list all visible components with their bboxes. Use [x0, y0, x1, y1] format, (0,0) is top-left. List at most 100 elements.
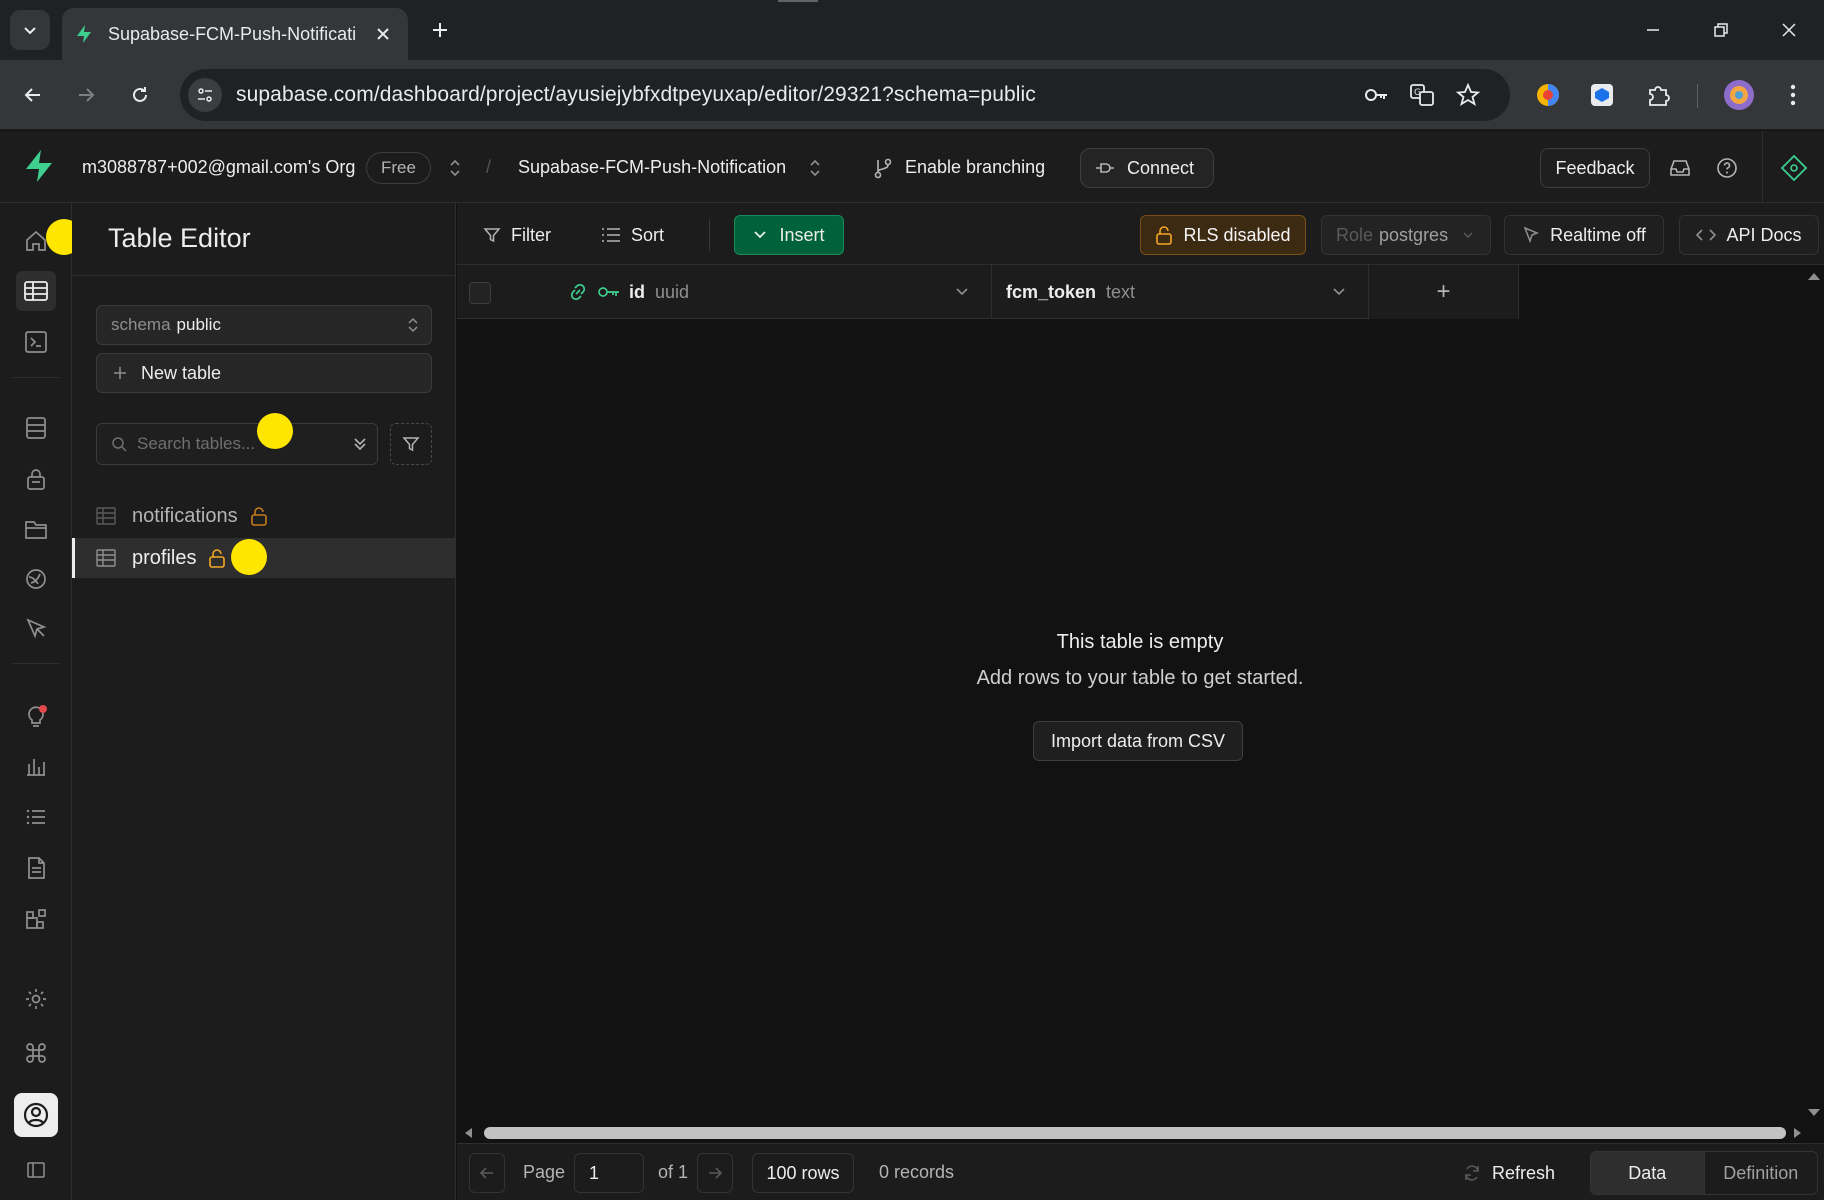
assistant-diamond-icon[interactable] [1779, 153, 1809, 183]
org-name[interactable]: m3088787+002@gmail.com's Org [82, 131, 355, 203]
unlock-warning-icon [209, 549, 226, 568]
feedback-button[interactable]: Feedback [1540, 148, 1650, 188]
settings-gear-icon[interactable] [16, 979, 56, 1019]
browser-toolbar: supabase.com/dashboard/project/ayusiejyb… [0, 60, 1824, 130]
user-avatar[interactable] [14, 1093, 58, 1137]
column-header-fcm-token[interactable]: fcm_token text [992, 265, 1369, 319]
extension-shield-icon[interactable] [1585, 78, 1619, 112]
help-icon[interactable] [1712, 153, 1742, 183]
insert-label: Insert [779, 224, 825, 245]
translate-icon[interactable]: G [1408, 81, 1436, 109]
tab-search-button[interactable] [10, 10, 50, 50]
scrollbar-thumb[interactable] [484, 1127, 1786, 1139]
horizontal-scrollbar[interactable] [457, 1123, 1824, 1143]
insert-button[interactable]: Insert [734, 215, 844, 255]
browser-menu-icon[interactable] [1776, 78, 1810, 112]
realtime-icon[interactable] [16, 559, 56, 599]
forward-button[interactable] [68, 77, 104, 113]
scroll-down-arrow-icon[interactable] [1807, 1108, 1821, 1118]
enable-branching-button[interactable]: Enable branching [905, 131, 1045, 203]
scroll-up-arrow-icon[interactable] [1807, 271, 1821, 281]
minimize-button[interactable] [1618, 0, 1688, 60]
cursor-icon [1523, 226, 1540, 244]
tab-title: Supabase-FCM-Push-Notificati [108, 23, 357, 44]
profile-avatar[interactable] [1722, 78, 1756, 112]
project-name[interactable]: Supabase-FCM-Push-Notification [518, 131, 786, 203]
api-docs-document-icon[interactable] [16, 848, 56, 888]
table-item-notifications[interactable]: notifications [72, 496, 455, 536]
schema-label: schema [111, 315, 171, 334]
api-docs-button[interactable]: API Docs [1679, 215, 1819, 255]
extensions-puzzle-icon[interactable] [1641, 78, 1675, 112]
command-icon[interactable] [16, 1033, 56, 1073]
edge-functions-cursor-icon[interactable] [16, 609, 56, 649]
url-text[interactable]: supabase.com/dashboard/project/ayusiejyb… [236, 83, 1036, 107]
password-key-icon[interactable] [1362, 81, 1390, 109]
database-icon[interactable] [16, 408, 56, 448]
advisors-lightbulb-icon[interactable] [16, 696, 56, 736]
supabase-logo-icon[interactable] [22, 149, 56, 183]
refresh-label: Refresh [1492, 1162, 1556, 1183]
realtime-toggle-button[interactable]: Realtime off [1504, 215, 1664, 255]
filter-button[interactable]: Filter [483, 215, 551, 255]
table-name: profiles [132, 546, 197, 569]
refresh-button[interactable]: Refresh [1462, 1153, 1555, 1193]
project-switcher-chevrons-icon[interactable] [800, 153, 830, 183]
bookmark-star-icon[interactable] [1454, 81, 1482, 109]
unlock-warning-icon [250, 507, 267, 526]
chevron-down-icon [24, 27, 36, 35]
prev-page-button[interactable] [469, 1153, 505, 1193]
address-bar[interactable]: supabase.com/dashboard/project/ayusiejyb… [180, 69, 1510, 121]
rls-disabled-button[interactable]: RLS disabled [1140, 215, 1306, 255]
inbox-icon[interactable] [1665, 153, 1695, 183]
reload-button[interactable] [122, 77, 158, 113]
integrations-blocks-icon[interactable] [16, 899, 56, 939]
add-column-button[interactable]: + [1369, 265, 1519, 319]
column-header-id[interactable]: id uuid [521, 265, 992, 319]
branch-icon [868, 153, 898, 183]
logs-list-icon[interactable] [16, 797, 56, 837]
chevron-down-icon[interactable] [955, 287, 969, 297]
restore-button[interactable] [1686, 0, 1756, 60]
extension-colorful-icon[interactable] [1531, 78, 1565, 112]
search-tables-input[interactable] [137, 434, 337, 454]
collapse-sidebar-icon[interactable] [16, 1150, 56, 1190]
chevrons-down-icon[interactable] [353, 436, 367, 452]
browser-tab-strip: Supabase-FCM-Push-Notificati [0, 0, 1824, 60]
filter-tables-button[interactable] [390, 423, 432, 465]
scroll-left-arrow-icon[interactable] [463, 1127, 473, 1139]
browser-tab[interactable]: Supabase-FCM-Push-Notificati [62, 8, 408, 60]
authentication-lock-icon[interactable] [16, 459, 56, 499]
sort-button[interactable]: Sort [601, 215, 664, 255]
highlight-marker [257, 413, 293, 449]
sql-editor-icon[interactable] [16, 322, 56, 362]
new-table-button[interactable]: New table [96, 353, 432, 393]
table-editor-sidebar: Table Editor schema public New table not… [72, 203, 456, 1200]
reports-chart-icon[interactable] [16, 746, 56, 786]
tab-data[interactable]: Data [1591, 1152, 1705, 1194]
grid-header-row: id uuid fcm_token text + [457, 265, 1519, 319]
scroll-right-arrow-icon[interactable] [1793, 1127, 1803, 1139]
schema-selector[interactable]: schema public [96, 305, 432, 345]
connect-button[interactable]: Connect [1080, 148, 1214, 188]
page-number-input[interactable]: 1 [574, 1153, 644, 1193]
table-editor-icon[interactable] [16, 271, 56, 311]
storage-folder-icon[interactable] [16, 509, 56, 549]
select-all-checkbox[interactable] [469, 282, 491, 304]
close-window-button[interactable] [1754, 0, 1824, 60]
role-selector[interactable]: Role postgres [1321, 215, 1491, 255]
rows-per-page-select[interactable]: 100 rows [752, 1153, 854, 1193]
org-switcher-chevrons-icon[interactable] [440, 153, 470, 183]
back-button[interactable] [15, 77, 51, 113]
new-tab-button[interactable] [424, 14, 456, 46]
chevrons-up-down-icon [408, 317, 418, 333]
primary-key-icon [598, 287, 619, 297]
next-page-button[interactable] [697, 1153, 733, 1193]
import-csv-button[interactable]: Import data from CSV [1033, 721, 1243, 761]
site-info-icon[interactable] [188, 78, 222, 112]
tab-definition[interactable]: Definition [1705, 1152, 1818, 1194]
tab-close-icon[interactable] [370, 21, 396, 47]
chevron-down-icon[interactable] [1332, 287, 1346, 297]
chevron-down-icon [1463, 232, 1473, 239]
search-tables-box[interactable] [96, 423, 378, 465]
